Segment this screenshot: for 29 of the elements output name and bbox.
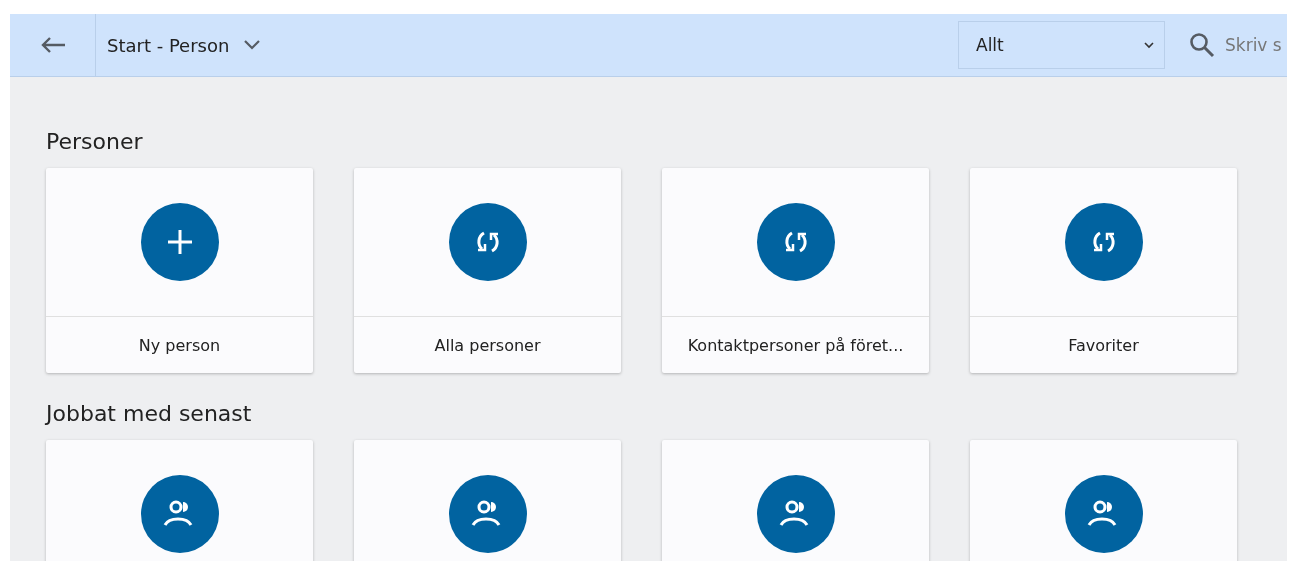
tile-card[interactable]: Favoriter (970, 168, 1237, 373)
tile-label: Ny person (46, 316, 313, 373)
filter-select[interactable]: Allt (958, 21, 1165, 69)
tile-card[interactable]: Kontaktpersoner på föret... (662, 168, 929, 373)
chevron-down-icon (243, 39, 262, 51)
plus-icon (140, 203, 219, 281)
people-icon (1064, 475, 1143, 553)
people-icon (448, 475, 527, 553)
tile-label: Kontaktpersoner på föret... (662, 316, 929, 373)
search-field[interactable]: Skriv s (1225, 35, 1287, 55)
search-icon (1189, 32, 1215, 58)
section-heading: Jobbat med senast (46, 401, 253, 426)
refresh-icon (1064, 203, 1143, 281)
refresh-icon (756, 203, 835, 281)
tile-card[interactable] (46, 440, 313, 561)
tile-label: Favoriter (970, 316, 1237, 373)
people-icon (756, 475, 835, 553)
section-heading: Personer (46, 129, 144, 154)
tile-card[interactable] (354, 440, 621, 561)
tile-card[interactable] (970, 440, 1237, 561)
caret-icon (1144, 41, 1154, 49)
back-arrow-icon (39, 36, 66, 54)
refresh-icon (448, 203, 527, 281)
people-icon (140, 475, 219, 553)
tile-card[interactable]: Ny person (46, 168, 313, 373)
tile-card[interactable] (662, 440, 929, 561)
page-title-dropdown[interactable]: Start - Person (96, 34, 262, 56)
tile-label: Alla personer (354, 316, 621, 373)
tile-card[interactable]: Alla personer (354, 168, 621, 373)
